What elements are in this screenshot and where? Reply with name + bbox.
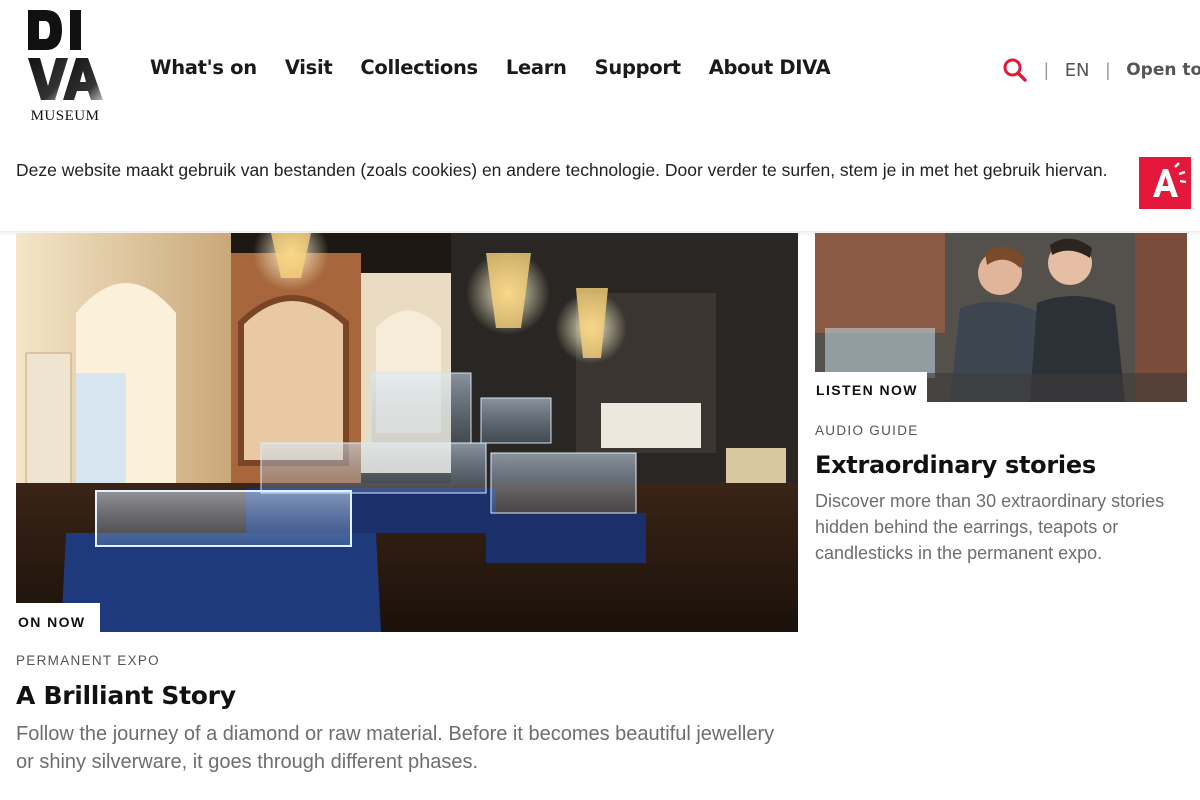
nav-item-whats-on[interactable]: What's on [150,56,257,79]
side-title[interactable]: Extraordinary stories [815,451,1096,479]
side-description: Discover more than 30 extraordinary stor… [815,491,1165,563]
antwerp-a-icon [1153,162,1187,197]
listen-now-tag: LISTEN NOW [815,372,927,402]
cookie-banner: Deze website maakt gebruik van bestanden… [0,144,1200,232]
main-nav: What's on Visit Collections Learn Suppor… [150,56,831,79]
hero-image[interactable] [16,233,798,632]
site-header: MUSEUM What's on Visit Collections Learn… [0,0,1200,140]
language-switch[interactable]: EN [1065,60,1090,81]
nav-item-support[interactable]: Support [595,56,681,79]
hero-category: PERMANENT EXPO [16,653,160,668]
search-icon[interactable] [1002,57,1028,83]
museum-hall-illustration [16,233,798,632]
separator: | [1044,59,1049,80]
cookie-text: Deze website maakt gebruik van bestanden… [16,160,1108,180]
side-category: AUDIO GUIDE [815,423,919,438]
hero-title[interactable]: A Brilliant Story [16,681,236,710]
on-now-tag: ON NOW [16,603,100,633]
hero-description: Follow the journey of a diamond or raw m… [16,723,775,773]
diva-logo-mark [28,10,103,100]
city-of-antwerp-logo[interactable] [1139,157,1191,209]
opening-hours-link[interactable]: Open tod [1126,60,1200,80]
nav-item-about[interactable]: About DIVA [709,56,831,79]
nav-item-visit[interactable]: Visit [285,56,333,79]
nav-item-learn[interactable]: Learn [506,56,567,79]
separator: | [1105,59,1111,80]
header-utilities: | EN | Open tod [1002,56,1200,84]
logo-wordmark: MUSEUM [30,108,100,124]
nav-item-collections[interactable]: Collections [360,56,478,79]
diva-logo[interactable]: MUSEUM [24,8,106,126]
